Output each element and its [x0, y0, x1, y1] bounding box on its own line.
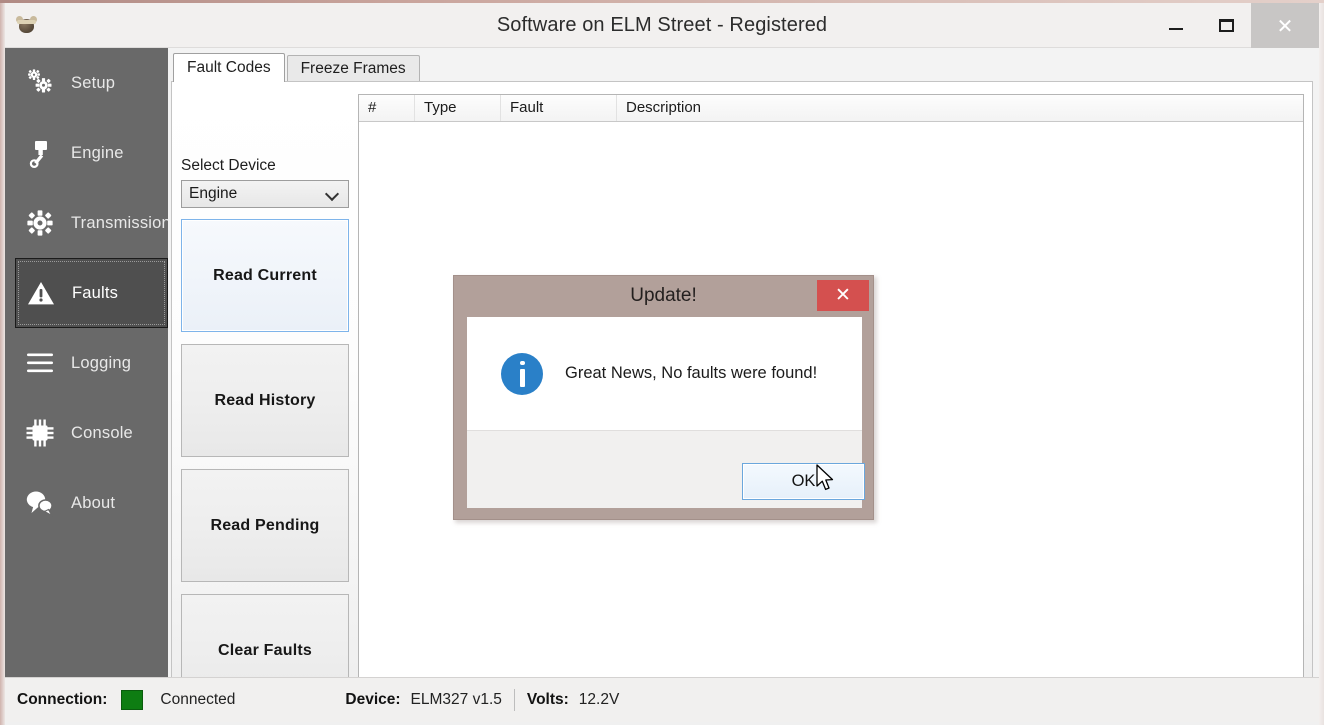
column-header-description[interactable]: Description — [617, 95, 1277, 121]
volts-value: 12.2V — [578, 691, 620, 708]
sidebar-item-label: Logging — [71, 353, 132, 372]
window-controls: ✕ — [1151, 3, 1319, 48]
sidebar-item-label: Console — [71, 423, 133, 442]
warning-triangle-icon — [24, 276, 58, 310]
sidebar-item-logging[interactable]: Logging — [5, 328, 168, 398]
close-icon: ✕ — [1276, 13, 1294, 38]
chip-icon — [23, 416, 57, 450]
application-window: Software on ELM Street - Registered ✕ Se… — [0, 0, 1324, 725]
tabstrip: Fault Codes Freeze Frames — [173, 53, 420, 82]
select-device-label: Select Device — [181, 157, 276, 174]
tab-freeze-frames[interactable]: Freeze Frames — [286, 55, 420, 82]
maximize-button[interactable] — [1201, 3, 1251, 48]
sidebar-item-transmission[interactable]: Transmission — [5, 188, 171, 258]
device-label: Device: — [345, 691, 401, 708]
gears-icon — [23, 66, 57, 100]
column-header-number[interactable]: # — [359, 95, 415, 121]
select-device-value: Engine — [189, 185, 238, 202]
column-header-type[interactable]: Type — [415, 95, 501, 121]
connection-label: Connection: — [17, 691, 108, 708]
dialog-close-button[interactable]: ✕ — [817, 280, 869, 311]
tab-fault-codes[interactable]: Fault Codes — [173, 53, 285, 82]
sidebar-item-label: Transmission — [71, 213, 171, 232]
app-bear-icon — [15, 14, 39, 38]
select-device-dropdown[interactable]: Engine — [181, 180, 349, 208]
info-icon — [501, 352, 543, 395]
column-header-fault[interactable]: Fault — [501, 95, 617, 121]
sidebar-item-label: Faults — [72, 283, 119, 302]
sidebar-item-faults[interactable]: Faults — [15, 258, 168, 328]
sidebar: Setup Engine Transmission Faults Logging… — [5, 48, 171, 677]
read-history-button[interactable]: Read History — [181, 344, 349, 457]
sidebar-item-about[interactable]: About — [5, 468, 168, 538]
update-dialog: Update! ✕ Great News, No faults were fou… — [453, 275, 874, 520]
statusbar-divider — [513, 689, 515, 711]
dialog-body: Great News, No faults were found! — [467, 317, 862, 430]
close-button[interactable]: ✕ — [1251, 3, 1319, 48]
connection-value: Connected — [160, 691, 236, 708]
statusbar: Connection: Connected Device: ELM327 v1.… — [5, 677, 1319, 722]
minimize-button[interactable] — [1151, 3, 1201, 48]
maximize-icon — [1218, 19, 1234, 32]
window-title: Software on ELM Street - Registered — [496, 14, 828, 36]
sidebar-item-label: Engine — [71, 143, 124, 162]
close-icon: ✕ — [835, 284, 851, 306]
read-current-button[interactable]: Read Current — [181, 219, 349, 332]
dialog-message: Great News, No faults were found! — [565, 364, 818, 382]
device-value: ELM327 v1.5 — [410, 691, 502, 708]
window-frame-right — [1319, 3, 1324, 725]
sidebar-item-engine[interactable]: Engine — [5, 118, 168, 188]
connection-status-led — [121, 690, 144, 710]
minimize-icon — [1169, 27, 1183, 30]
sidebar-item-setup[interactable]: Setup — [5, 48, 168, 118]
hamburger-lines-icon — [23, 346, 57, 380]
sidebar-item-console[interactable]: Console — [5, 398, 168, 468]
dialog-footer: OK — [467, 430, 865, 508]
sidebar-item-label: About — [71, 493, 116, 512]
titlebar: Software on ELM Street - Registered ✕ — [5, 3, 1319, 48]
table-header-row: # Type Fault Description — [359, 95, 1303, 122]
dialog-ok-button[interactable]: OK — [742, 463, 865, 500]
engine-piston-icon — [23, 136, 57, 170]
volts-label: Volts: — [526, 691, 569, 708]
read-pending-button[interactable]: Read Pending — [181, 469, 349, 582]
speech-bubbles-icon — [23, 486, 57, 520]
sidebar-item-label: Setup — [71, 73, 116, 92]
chevron-down-icon — [327, 188, 338, 199]
gear-icon — [23, 206, 57, 240]
dialog-title: Update! — [630, 285, 697, 306]
